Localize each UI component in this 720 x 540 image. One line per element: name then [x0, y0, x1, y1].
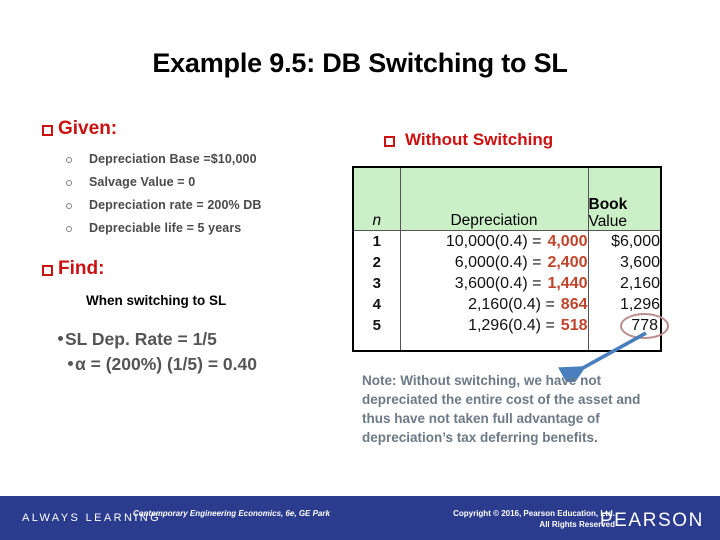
cell-depreciation: 6,000(0.4) = 2,400 [400, 252, 589, 273]
pearson-logo: PEARSON [599, 510, 704, 531]
column-header-book-value: Book Value [588, 168, 660, 231]
round-bullet-icon [68, 360, 73, 366]
column-header-book-value-line1: Book [588, 196, 628, 214]
without-switching-heading-label: Without Switching [405, 130, 554, 149]
table-row: 4 2,160(0.4) = 864 1,296 [354, 294, 660, 315]
formula-list: SL Dep. Rate = 1/5 α = (200%) (1/5) = 0.… [50, 327, 350, 377]
cell-period: 5 [354, 315, 401, 336]
copyright-notice: Copyright © 2016, Pearson Education, Ltd… [370, 509, 615, 531]
round-bullet-icon [58, 335, 63, 341]
find-subtitle: When switching to SL [86, 293, 227, 308]
list-item: Depreciation rate = 200% DB [66, 198, 366, 221]
cell-depreciation-result: 864 [560, 295, 588, 313]
cell-depreciation-expression: 1,296(0.4) = [468, 316, 555, 334]
cell-period: 4 [354, 294, 401, 315]
footer-bar: ALWAYS LEARNING Contemporary Engineering… [0, 496, 720, 540]
given-item-label: Salvage Value = 0 [89, 175, 196, 189]
cell-period: 2 [354, 252, 401, 273]
cell-book-value: $6,000 [611, 232, 660, 250]
list-item: Depreciation Base =$10,000 [66, 152, 366, 175]
cell-depreciation-result: 1,440 [547, 274, 588, 292]
cell-depreciation-result: 4,000 [547, 232, 588, 250]
cell-empty [400, 336, 589, 350]
given-item-label: Depreciation rate = 200% DB [89, 198, 262, 212]
column-header-depreciation: Depreciation [400, 168, 589, 231]
page-title: Example 9.5: DB Switching to SL [152, 48, 568, 78]
cell-empty [354, 336, 401, 350]
table-row: 5 1,296(0.4) = 518 778 [354, 312, 669, 339]
table-row: 1 10,000(0.4) = 4,000 $6,000 [354, 230, 660, 252]
list-item: SL Dep. Rate = 1/5 [50, 327, 350, 352]
cell-period: 3 [354, 273, 401, 294]
cell-book-value-circled: 778 [588, 312, 669, 339]
formula-label: α = (200%) (1/5) = 0.40 [75, 354, 257, 374]
cell-depreciation: 2,160(0.4) = 864 [400, 294, 589, 315]
formula-label: SL Dep. Rate = 1/5 [65, 329, 217, 349]
cell-depreciation-result: 518 [560, 316, 588, 334]
circle-bullet-icon [66, 180, 72, 186]
without-switching-heading: Without Switching [384, 130, 553, 150]
square-bullet-icon [42, 124, 53, 136]
given-item-label: Depreciation Base =$10,000 [89, 152, 257, 166]
table-filler-row [354, 336, 660, 350]
cell-depreciation-expression: 6,000(0.4) = [454, 253, 542, 271]
cell-book-value: 1,296 [619, 295, 660, 313]
cell-depreciation: 10,000(0.4) = 4,000 [400, 230, 589, 252]
given-heading-label: Given: [58, 118, 118, 139]
find-heading: Find: [42, 258, 104, 280]
book-credit: Contemporary Engineering Economics, 6e, … [133, 509, 330, 518]
list-item: Salvage Value = 0 [66, 175, 366, 198]
cell-book-value: 3,600 [619, 253, 660, 271]
cell-depreciation-result: 2,400 [547, 253, 588, 271]
given-list: Depreciation Base =$10,000 Salvage Value… [66, 152, 366, 244]
list-item: α = (200%) (1/5) = 0.40 [50, 352, 350, 377]
given-item-label: Depreciable life = 5 years [89, 221, 242, 235]
copyright-line-1: Copyright © 2016, Pearson Education, Ltd… [453, 509, 615, 518]
table-row: 3 3,600(0.4) = 1,440 2,160 [354, 273, 660, 294]
circle-bullet-icon [66, 226, 72, 232]
column-header-book-value-line2: Value [588, 212, 628, 230]
cell-depreciation-expression: 2,160(0.4) = [468, 295, 555, 313]
circled-value: 778 [620, 312, 669, 339]
note-text: Note: Without switching, we have not dep… [362, 373, 641, 446]
square-bullet-icon [384, 135, 395, 147]
table-header-row: n Depreciation Book Value [354, 168, 660, 231]
circle-bullet-icon [66, 157, 72, 163]
table-row: 2 6,000(0.4) = 2,400 3,600 [354, 252, 660, 273]
list-item: Depreciable life = 5 years [66, 221, 366, 244]
cell-empty [588, 336, 660, 350]
cell-depreciation-expression: 3,600(0.4) = [454, 274, 542, 292]
column-header-n: n [354, 168, 401, 231]
cell-depreciation-expression: 10,000(0.4) = [445, 232, 542, 250]
copyright-line-2: All Rights Reserved [539, 519, 615, 529]
cell-period: 1 [354, 230, 401, 252]
cell-depreciation: 1,296(0.4) = 518 [400, 315, 589, 336]
find-heading-label: Find: [58, 258, 105, 279]
cell-book-value: 2,160 [619, 274, 660, 292]
cell-book-value-text: 778 [631, 316, 658, 334]
given-heading: Given: [42, 118, 117, 140]
square-bullet-icon [42, 264, 53, 276]
circle-bullet-icon [66, 203, 72, 209]
cell-depreciation: 3,600(0.4) = 1,440 [400, 273, 589, 294]
depreciation-table: n Depreciation Book Value 1 10,000(0.4) … [352, 166, 669, 352]
